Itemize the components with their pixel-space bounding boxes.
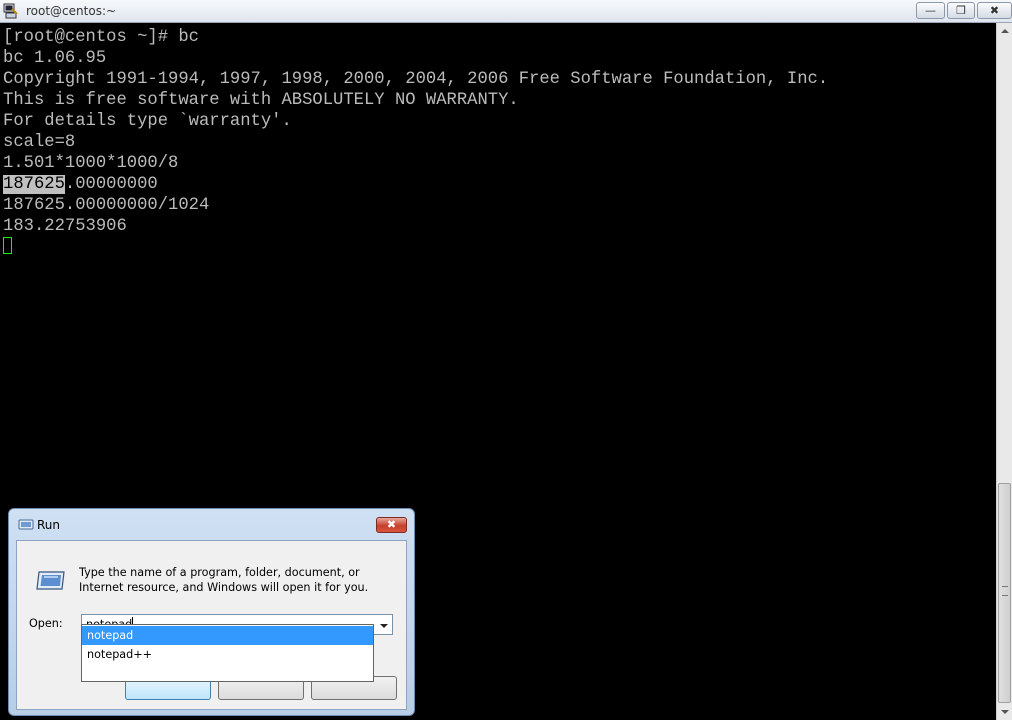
dialog-close-button[interactable]: ✖ [376,517,407,533]
grip-icon [1002,586,1008,596]
terminal-text: .00000000 [64,175,158,194]
minimize-icon: — [925,4,936,17]
terminal-line: [root@centos ~]# bc [3,28,199,47]
terminal-line: Copyright 1991-1994, 1997, 1998, 2000, 2… [3,70,829,89]
terminal-cursor [3,237,12,254]
terminal-line: scale=8 [3,133,76,152]
scrollbar-thumb[interactable] [998,483,1011,703]
scroll-down-arrow-icon[interactable] [997,704,1012,720]
terminal-line: bc 1.06.95 [3,49,107,68]
autocomplete-item[interactable]: notepad++ [82,645,373,664]
putty-icon [3,3,18,19]
restore-button[interactable]: ❐ [947,2,975,19]
run-program-icon [36,571,65,590]
close-icon: ✖ [989,4,1000,17]
dialog-description: Type the name of a program, folder, docu… [79,566,369,594]
close-icon: ✖ [386,518,397,531]
autocomplete-item[interactable]: notepad [82,626,373,645]
window-title-bar[interactable]: root@centos:~ — ❐ ✖ [0,0,1012,23]
close-button[interactable]: ✖ [977,2,1012,19]
vertical-scrollbar[interactable] [996,23,1012,720]
dialog-title: Run [37,518,61,532]
run-icon [18,519,34,530]
selected-text: 187625 [3,175,65,194]
chevron-down-icon[interactable] [376,619,392,633]
run-dialog[interactable]: Run ✖ Type the name of a program, folder… [8,508,415,716]
autocomplete-list[interactable]: notepad notepad++ [81,624,374,682]
restore-icon: ❐ [956,4,966,17]
terminal-line: 183.22753906 [3,217,127,236]
scroll-up-arrow-icon[interactable] [997,23,1012,39]
terminal-line-selected: 187625.00000000 [3,174,158,195]
window-title: root@centos:~ [26,4,117,18]
terminal-line: For details type `warranty'. [3,112,292,131]
terminal-line: 187625.00000000/1024 [3,196,210,215]
terminal-line: This is free software with ABSOLUTELY NO… [3,91,519,110]
minimize-button[interactable]: — [916,2,945,19]
terminal-line: 1.501*1000*1000/8 [3,154,179,173]
open-label: Open: [29,617,63,630]
